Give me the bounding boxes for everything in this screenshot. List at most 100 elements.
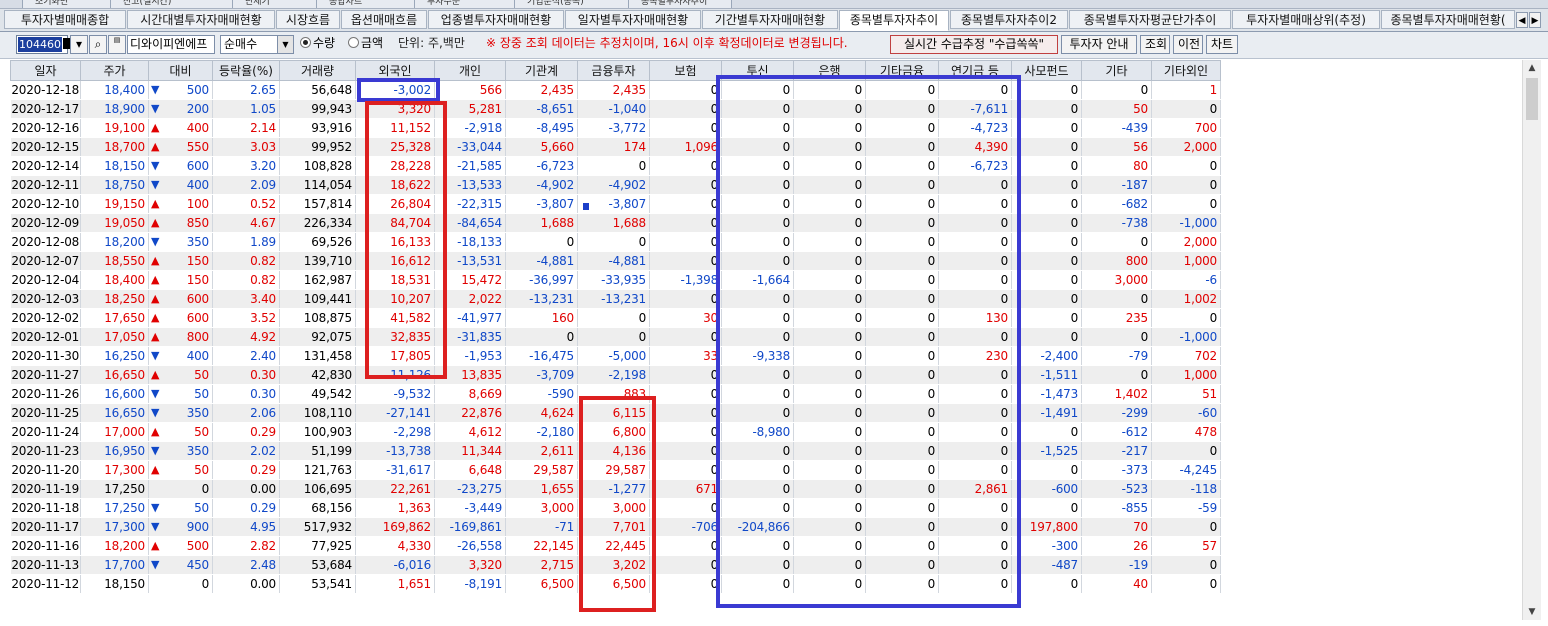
table-row[interactable]: 2020-12-14 18,150 ▼ 600 3.20 108,828 28,228 -21… xyxy=(10,156,1221,176)
dropdown-arrow-button[interactable]: ▾ xyxy=(70,35,88,54)
investor-value: 0 xyxy=(1070,425,1079,439)
column-header[interactable]: 사모펀드 xyxy=(1011,60,1082,81)
table-row[interactable]: 2020-12-11 18,750 ▼ 400 2.09 114,054 18,622 -13… xyxy=(10,175,1221,195)
column-header[interactable]: 은행 xyxy=(793,60,866,81)
table-row[interactable]: 2020-12-07 18,550 ▲ 150 0.82 139,710 16,612 -13… xyxy=(10,251,1221,271)
scroll-thumb[interactable] xyxy=(1526,78,1538,120)
table-row[interactable]: 2020-11-24 17,000 ▲ 50 0.29 100,903 -2,298 4,61… xyxy=(10,422,1221,442)
table-row[interactable]: 2020-11-23 16,950 ▼ 350 2.02 51,199 -13,738 11,… xyxy=(10,441,1221,461)
table-row[interactable]: 2020-12-02 17,650 ▲ 600 3.52 108,875 41,582 -41… xyxy=(10,308,1221,328)
vertical-scrollbar[interactable]: ▲ ▼ xyxy=(1522,60,1541,620)
table-row[interactable]: 2020-12-01 17,050 ▲ 800 4.92 92,075 32,835 -31,… xyxy=(10,327,1221,347)
table-row[interactable]: 2020-12-10 19,150 ▲ 100 0.52 157,814 26,804 -22… xyxy=(10,194,1221,214)
table-row[interactable]: 2020-11-30 16,250 ▼ 400 2.40 131,458 17,805 -1,… xyxy=(10,346,1221,366)
tab-option-flow[interactable]: 옵션매매흐름 xyxy=(341,10,427,29)
table-row[interactable]: 2020-12-18 18,400 ▼ 500 2.65 56,648 -3,002 566 2… xyxy=(10,80,1221,100)
table-row[interactable]: 2020-12-17 18,900 ▼ 200 1.05 99,943 3,320 5,281… xyxy=(10,99,1221,119)
investor-value: 0 xyxy=(638,311,647,325)
cell-investor-value: 0 xyxy=(793,137,866,157)
table-row[interactable]: 2020-11-20 17,300 ▲ 50 0.29 121,763 -31,617 6,6… xyxy=(10,460,1221,480)
query-button[interactable]: 조회 xyxy=(1140,35,1170,54)
column-header[interactable]: 기관계 xyxy=(505,60,578,81)
table-row[interactable]: 2020-12-03 18,250 ▲ 600 3.40 109,441 10,207 2,0… xyxy=(10,289,1221,309)
cell-investor-value: 0 xyxy=(793,327,866,347)
top-tab-1[interactable]: 잔고(실시간) xyxy=(110,0,242,8)
top-tab-0[interactable]: 조기화면 xyxy=(22,0,120,8)
tab-investor-summary[interactable]: 투자자별매매종합 xyxy=(4,10,126,29)
investor-value: -13,231 xyxy=(601,292,646,306)
cell-investor-value: -6,016 xyxy=(355,555,435,575)
column-header[interactable]: 투신 xyxy=(721,60,794,81)
tab-period-investor[interactable]: 기간별투자자매매현황 xyxy=(702,10,838,29)
table-row[interactable]: 2020-11-16 18,200 ▲ 500 2.82 77,925 4,330 -26,5… xyxy=(10,536,1221,556)
column-header[interactable]: 외국인 xyxy=(355,60,435,81)
column-header[interactable]: 일자 xyxy=(10,60,81,81)
tab-market-flow[interactable]: 시장흐름 xyxy=(276,10,340,29)
table-row[interactable]: 2020-12-04 18,400 ▲ 150 0.82 162,987 18,531 15,… xyxy=(10,270,1221,290)
stock-code-input[interactable]: 104460 xyxy=(16,35,70,54)
column-header[interactable]: 거래량 xyxy=(279,60,356,81)
change-value: 500 xyxy=(186,539,210,553)
change-value: 50 xyxy=(194,501,209,515)
investor-value: 0 xyxy=(710,178,719,192)
chart-button[interactable]: 차트 xyxy=(1206,35,1238,54)
radio-amount[interactable]: 금액 xyxy=(348,35,383,54)
column-header[interactable]: 기타 xyxy=(1081,60,1152,81)
tab-investor-top-estimate[interactable]: 투자자별매매상위(추정) xyxy=(1232,10,1380,29)
top-tab-4[interactable]: 투자주문 xyxy=(414,0,524,8)
cell-volume: 108,828 xyxy=(279,156,356,176)
table-row[interactable]: 2020-12-16 19,100 ▲ 400 2.14 93,916 11,152 -2,9… xyxy=(10,118,1221,138)
investor-value: 0 xyxy=(782,311,791,325)
cell-investor-value: 2,000 xyxy=(1151,232,1221,252)
radio-quantity[interactable]: 수량 xyxy=(300,35,335,54)
table-row[interactable]: 2020-11-27 16,650 ▲ 50 0.30 42,830 -11,126 13,8… xyxy=(10,365,1221,385)
table-row[interactable]: 2020-11-17 17,300 ▼ 900 4.95 517,932 169,862 -1… xyxy=(10,517,1221,537)
tab-stock-investor-avgprice[interactable]: 종목별투자자평균단가추이 xyxy=(1069,10,1231,29)
top-tab-6[interactable]: 종목별투자자추이 xyxy=(628,0,732,8)
tab-stock-investor-trend2[interactable]: 종목별투자자추이2 xyxy=(950,10,1068,29)
table-row[interactable]: 2020-11-26 16,600 ▼ 50 0.30 49,542 -9,532 8,669… xyxy=(10,384,1221,404)
top-tab-5[interactable]: 기업분석(종목) xyxy=(514,0,638,8)
investor-value: 0 xyxy=(710,254,719,268)
table-row[interactable]: 2020-11-13 17,700 ▼ 450 2.48 53,684 -6,016 3,32… xyxy=(10,555,1221,575)
prev-button[interactable]: 이전 xyxy=(1173,35,1203,54)
tab-stock-investor-status[interactable]: 종목별투자자매매현황( xyxy=(1381,10,1515,29)
top-tab-2[interactable]: 단체기 xyxy=(232,0,326,8)
stock-list-icon[interactable]: ▤ xyxy=(108,35,126,54)
tab-next-button[interactable]: ▶ xyxy=(1529,12,1541,28)
magnifier-icon[interactable]: ⌕ xyxy=(89,35,107,54)
table-row[interactable]: 2020-11-18 17,250 ▼ 50 0.29 68,156 1,363 -3,449… xyxy=(10,498,1221,518)
tab-daily-investor[interactable]: 일자별투자자매매현황 xyxy=(565,10,701,29)
column-header[interactable]: 개인 xyxy=(434,60,506,81)
column-header[interactable]: 보험 xyxy=(649,60,722,81)
scroll-down-icon[interactable]: ▼ xyxy=(1523,604,1541,620)
table-row[interactable]: 2020-12-09 19,050 ▲ 850 4.67 226,334 84,704 -84… xyxy=(10,213,1221,233)
column-header[interactable]: 연기금 등 xyxy=(938,60,1012,81)
cell-investor-value: 1,363 xyxy=(355,498,435,518)
investor-guide-button[interactable]: 투자자 안내 xyxy=(1061,35,1137,54)
investor-value: -13,231 xyxy=(529,292,574,306)
cell-investor-value: 29,587 xyxy=(505,460,578,480)
table-row[interactable]: 2020-12-15 18,700 ▲ 550 3.03 99,952 25,328 -33,… xyxy=(10,137,1221,157)
table-row[interactable]: 2020-12-08 18,200 ▼ 350 1.89 69,526 16,133 -18,… xyxy=(10,232,1221,252)
column-header[interactable]: 기타금융 xyxy=(865,60,939,81)
column-header[interactable]: 금융투자 xyxy=(577,60,650,81)
cell-investor-value: 0 xyxy=(793,365,866,385)
realtime-supply-button[interactable]: 실시간 수급추정 "수급쏙쏙" xyxy=(890,35,1058,54)
investor-value: 235 xyxy=(1125,311,1149,325)
column-header[interactable]: 기타외인 xyxy=(1151,60,1221,81)
scroll-up-icon[interactable]: ▲ xyxy=(1523,60,1541,76)
tab-sector-investor[interactable]: 업종별투자자매매현황 xyxy=(428,10,564,29)
tab-prev-button[interactable]: ◀ xyxy=(1516,12,1528,28)
table-row[interactable]: 2020-11-12 18,150 0 0.00 53,541 1,651 -8,191 6,… xyxy=(10,574,1221,594)
tab-time-investor[interactable]: 시간대별투자자매매현황 xyxy=(127,10,275,29)
column-header[interactable]: 대비 xyxy=(148,60,213,81)
column-header[interactable]: 등락율(%) xyxy=(212,60,280,81)
table-row[interactable]: 2020-11-19 17,250 0 0.00 106,695 22,261 -23,27… xyxy=(10,479,1221,499)
table-row[interactable]: 2020-11-25 16,650 ▼ 350 2.06 108,110 -27,141 22… xyxy=(10,403,1221,423)
top-tab-3[interactable]: 종합차트 xyxy=(316,0,424,8)
investor-value: 160 xyxy=(551,311,575,325)
tab-stock-investor-trend[interactable]: 종목별투자자추이 xyxy=(839,10,949,31)
mode-select[interactable]: 순매수 ▼ xyxy=(220,35,294,54)
column-header[interactable]: 주가 xyxy=(80,60,149,81)
